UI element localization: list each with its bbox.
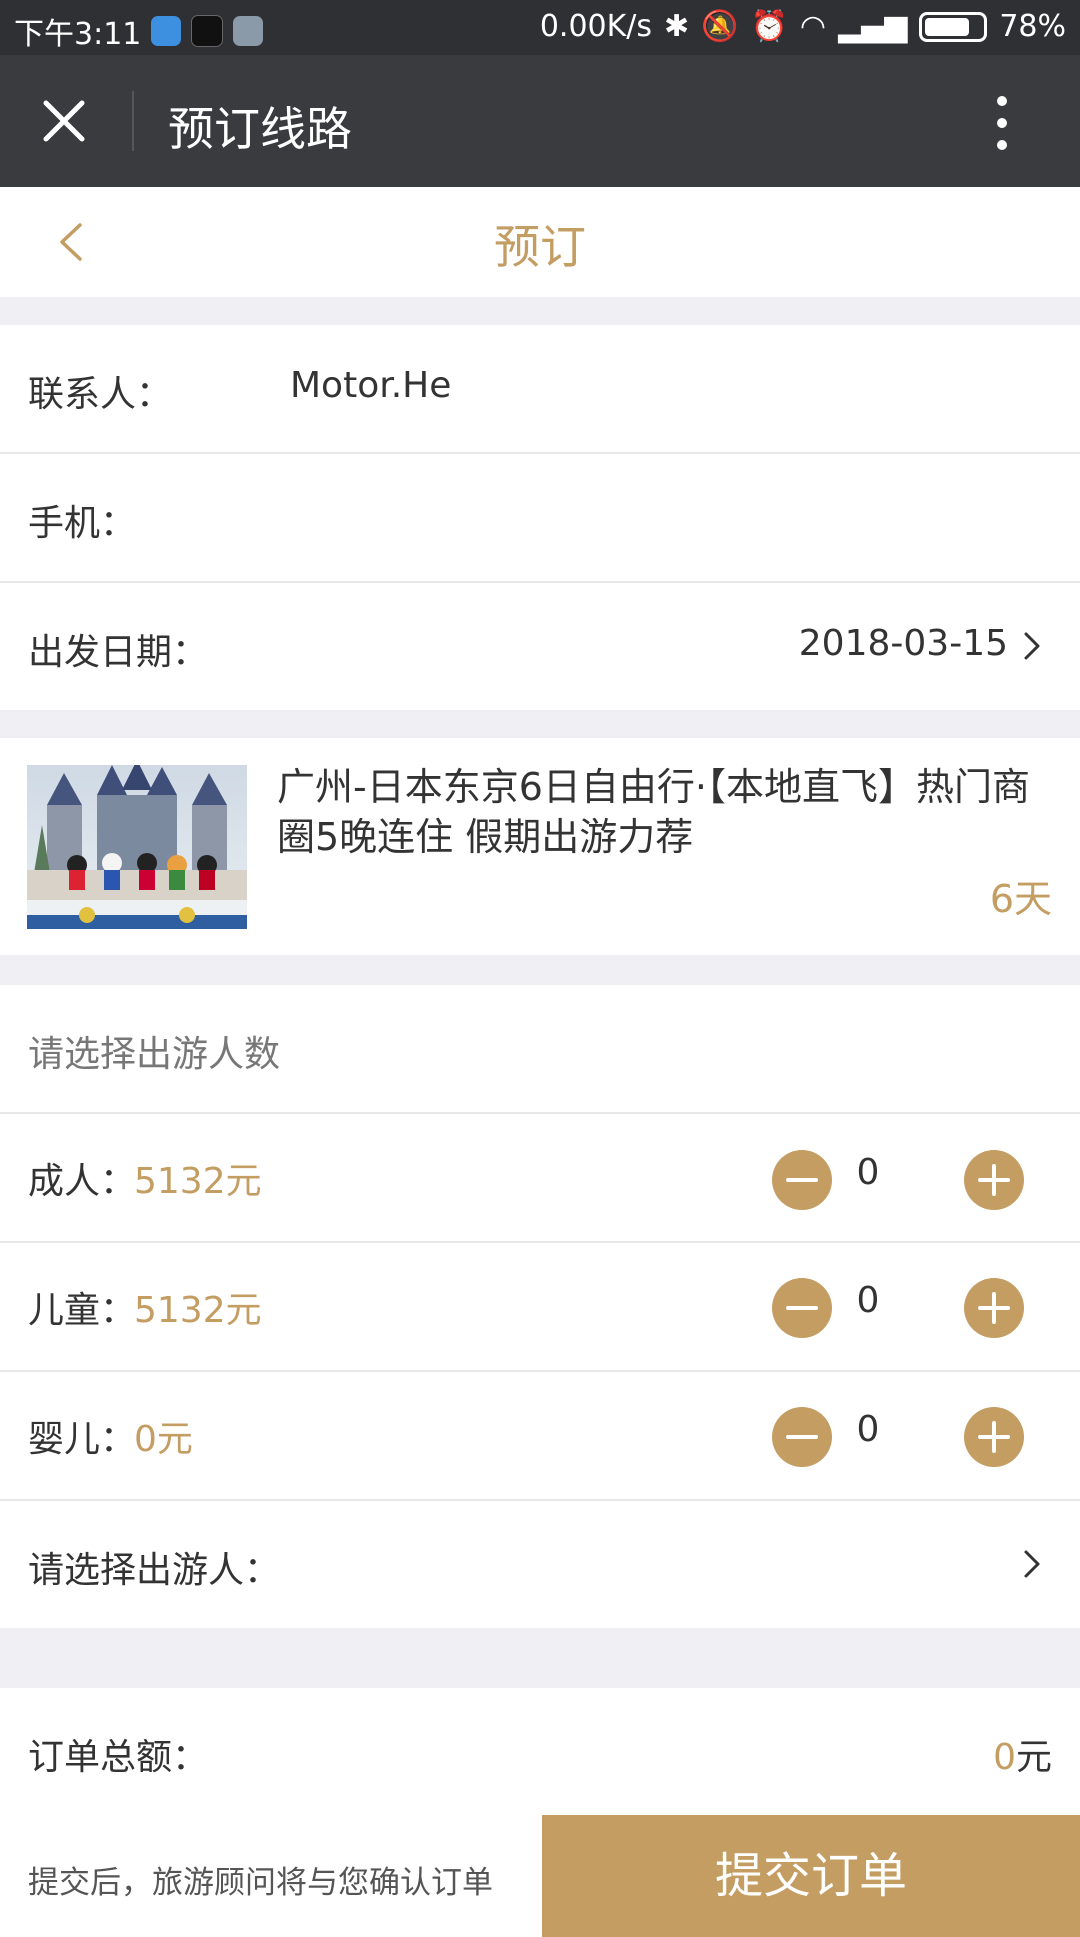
- contact-input[interactable]: Motor.He: [290, 365, 451, 406]
- infant-decrease-button[interactable]: [772, 1407, 832, 1467]
- traveler-count-section: 请选择出游人数: [0, 985, 1080, 1112]
- departure-value: 2018-03-15: [798, 623, 1008, 664]
- page-title: 预订: [494, 220, 586, 274]
- adult-decrease-button[interactable]: [772, 1150, 832, 1210]
- bluetooth-icon: ✱: [664, 9, 690, 44]
- select-travelers-row[interactable]: 请选择出游人：: [0, 1501, 1080, 1628]
- phone-row[interactable]: 手机：: [0, 454, 1080, 581]
- battery-icon: [919, 11, 988, 42]
- adult-row: 成人： 5132元: [0, 1114, 1080, 1241]
- wechat-title: 预订线路: [168, 102, 352, 156]
- submit-order-button[interactable]: 提交订单: [542, 1815, 1080, 1937]
- adult-label: 成人：: [28, 1161, 137, 1202]
- contact-label: 联系人：: [28, 374, 173, 415]
- select-travelers-label: 请选择出游人：: [28, 1550, 281, 1591]
- cloud-app-icon: [151, 16, 182, 46]
- mute-icon: 🔕: [701, 9, 739, 44]
- order-total-value: 0元: [993, 1728, 1052, 1780]
- adult-count: 0: [856, 1152, 880, 1193]
- wifi-icon: ◠: [799, 9, 827, 44]
- submit-note: 提交后，旅游顾问将与您确认订单: [28, 1865, 493, 1901]
- phone-label: 手机：: [28, 503, 137, 544]
- status-time: 下午3:11: [14, 17, 142, 52]
- order-total-unit: 元: [1015, 1737, 1052, 1778]
- child-decrease-button[interactable]: [772, 1278, 832, 1338]
- notes-app-icon: [233, 16, 264, 46]
- departure-date-row[interactable]: 出发日期： 2018-03-15: [0, 583, 1080, 710]
- product-title: 广州-日本东京6日自由行·【本地直飞】热门商圈5晚连住 假期出游力荐: [277, 765, 1030, 859]
- alarm-icon: ⏰: [750, 9, 788, 44]
- close-icon[interactable]: [40, 97, 88, 145]
- status-bar: 下午3:11 0.00K/s ✱ 🔕 ⏰ ◠ ▂▄▆ 78%: [0, 0, 1080, 55]
- chevron-right-icon: [1020, 1546, 1044, 1582]
- adult-price: 5132元: [134, 1161, 262, 1202]
- order-total-amount: 0: [993, 1737, 1016, 1778]
- infant-row: 婴儿： 0元: [0, 1372, 1080, 1499]
- product-image: [27, 765, 247, 929]
- child-price: 5132元: [134, 1290, 262, 1331]
- product-duration: 6天: [989, 877, 1052, 921]
- contact-row[interactable]: 联系人： Motor.He: [0, 325, 1080, 452]
- header-divider: [132, 91, 134, 151]
- infant-price: 0元: [134, 1419, 193, 1460]
- tiktok-app-icon: [191, 15, 224, 47]
- signal-icon: ▂▄▆: [838, 9, 908, 44]
- battery-percent: 78%: [999, 9, 1066, 44]
- infant-count: 0: [856, 1409, 880, 1450]
- wechat-header: 预订线路: [0, 55, 1080, 187]
- departure-label: 出发日期：: [28, 632, 209, 673]
- order-total-label: 订单总额：: [28, 1737, 209, 1778]
- child-label: 儿童：: [28, 1290, 137, 1331]
- chevron-right-icon: [1020, 628, 1044, 664]
- infant-increase-button[interactable]: [964, 1407, 1024, 1467]
- adult-increase-button[interactable]: [964, 1150, 1024, 1210]
- child-row: 儿童： 5132元: [0, 1243, 1080, 1370]
- network-speed: 0.00K/s: [539, 9, 653, 44]
- traveler-count-heading: 请选择出游人数: [28, 1034, 281, 1075]
- infant-label: 婴儿：: [28, 1419, 137, 1460]
- child-increase-button[interactable]: [964, 1278, 1024, 1338]
- child-count: 0: [856, 1280, 880, 1321]
- more-icon[interactable]: [990, 93, 1014, 153]
- order-total-row: 订单总额： 0元: [0, 1688, 1080, 1815]
- page-navbar: 预订: [0, 187, 1080, 297]
